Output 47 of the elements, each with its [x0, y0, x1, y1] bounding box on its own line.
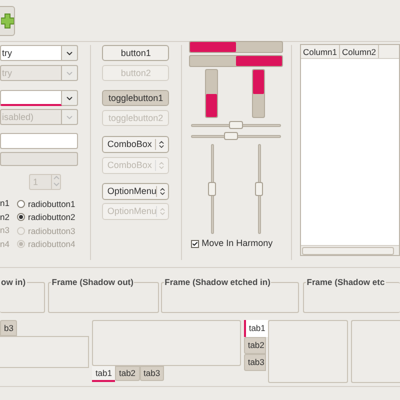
notebook-tab[interactable]: tab3 [244, 354, 266, 371]
checkbox-label: Move In Harmony [202, 239, 273, 248]
up-down-icon [158, 207, 168, 216]
column-header[interactable]: Column1 [300, 45, 340, 58]
check-icon [192, 240, 198, 248]
notebook-tab[interactable]: b3 [0, 320, 18, 336]
push-button[interactable]: button1 [102, 45, 170, 61]
slider-thumb[interactable] [208, 182, 216, 196]
frame-label: Frame (Shadow etc [306, 276, 386, 288]
radio-label: radiobutton1 [28, 200, 76, 208]
frame-label: ow in) [0, 276, 27, 288]
slider-thumb[interactable] [254, 182, 263, 196]
notebook-tab[interactable]: tab1 [244, 320, 268, 337]
radio-label: n3 [0, 224, 10, 237]
up-down-icon [157, 140, 166, 149]
radio-label: n2 [0, 210, 10, 224]
notebook-tab[interactable]: tab3 [140, 366, 164, 381]
combo-box[interactable]: ComboBox [102, 136, 170, 153]
slider-thumb[interactable] [228, 121, 243, 129]
dropdown-button[interactable] [62, 45, 78, 61]
combo-entry-field[interactable] [0, 90, 62, 106]
toggle-button[interactable]: togglebutton1 [102, 90, 170, 106]
option-menu[interactable]: OptionMenu [102, 183, 170, 200]
radio-label: n4 [0, 238, 10, 250]
up-down-icon [157, 161, 166, 170]
plus-icon [1, 12, 14, 28]
text-entry-field[interactable] [0, 133, 78, 149]
radio-label: radiobutton4 [28, 240, 76, 248]
horizontal-scrollbar[interactable] [300, 245, 399, 255]
add-toolbar-button[interactable] [0, 6, 15, 36]
checkbox[interactable] [190, 240, 199, 248]
notebook-tab[interactable]: tab2 [114, 366, 140, 381]
slider-thumb[interactable] [224, 132, 238, 140]
up-down-icon [158, 187, 168, 196]
combo-entry-field[interactable]: try [0, 45, 62, 61]
radio-button[interactable] [17, 213, 25, 222]
dropdown-button[interactable] [62, 90, 78, 106]
frame-label: Frame (Shadow out) [50, 276, 134, 288]
column-header[interactable]: Column2 [340, 45, 380, 58]
radio-label: n1 [0, 197, 10, 210]
notebook-tab[interactable]: tab1 [92, 366, 115, 382]
radio-label: radiobutton3 [28, 226, 76, 235]
spin-arrows-icon [51, 175, 60, 189]
frame-label: Frame (Shadow etched in) [164, 276, 272, 288]
notebook-tab[interactable]: tab2 [244, 337, 266, 354]
radio-label: radiobutton2 [28, 213, 76, 222]
radio-button[interactable] [17, 200, 25, 208]
